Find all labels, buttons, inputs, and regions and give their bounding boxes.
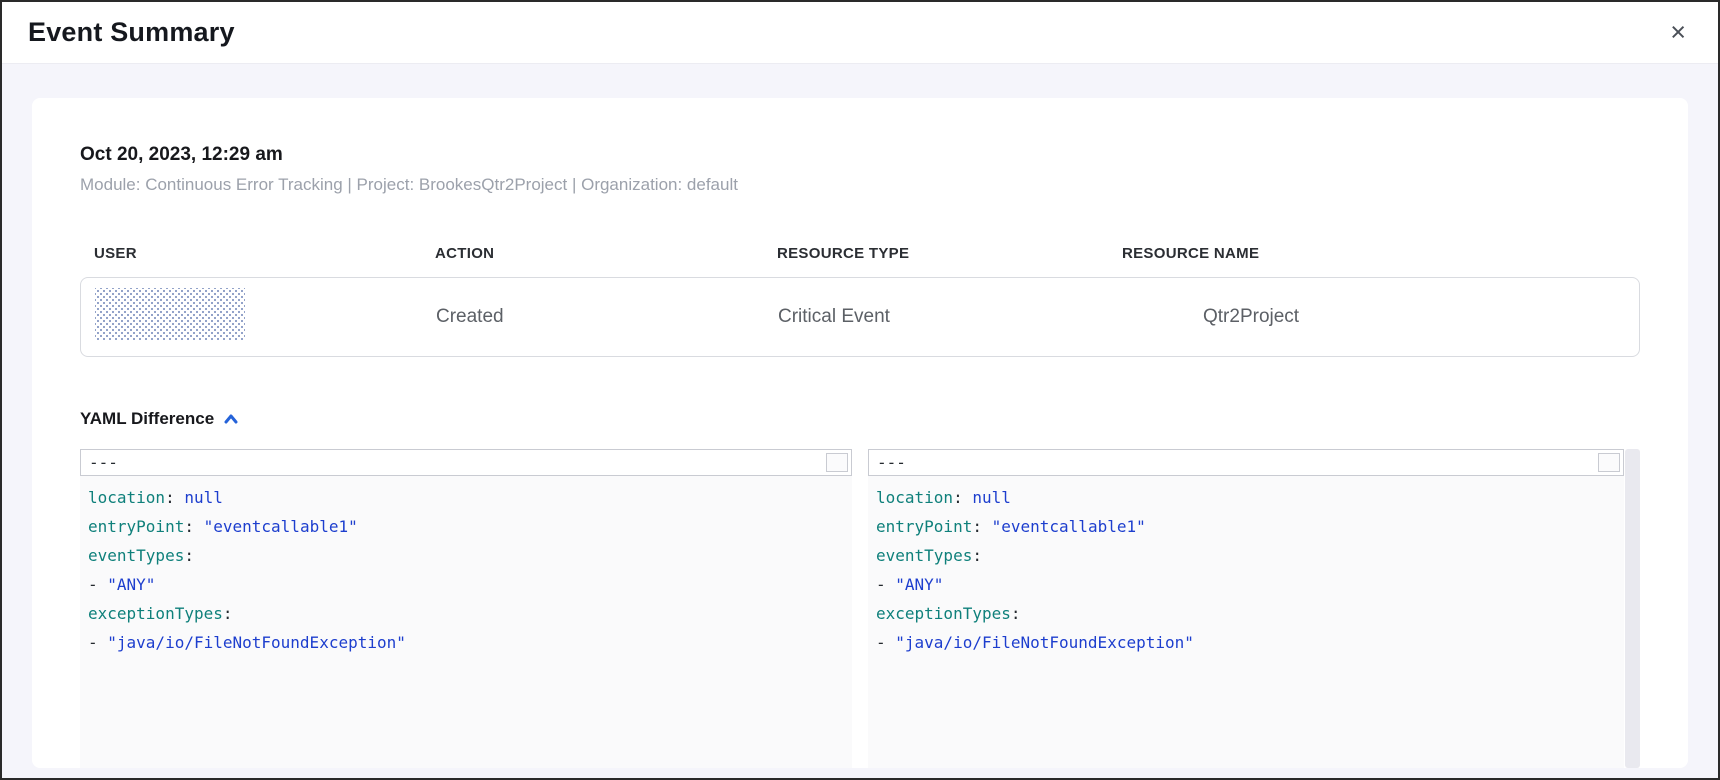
vertical-scrollbar[interactable]: [1625, 449, 1640, 768]
yaml-right-first-line: ---: [868, 449, 1624, 476]
yaml-left-code: location: nullentryPoint: "eventcallable…: [80, 476, 852, 657]
scrollbar-thumb[interactable]: [1598, 453, 1620, 472]
yaml-difference-label: YAML Difference: [80, 409, 214, 429]
yaml-diff-container: --- location: nullentryPoint: "eventcall…: [80, 449, 1640, 768]
table-header-row: USER ACTION RESOURCE TYPE RESOURCE NAME: [80, 245, 1640, 262]
scrollbar-thumb[interactable]: [826, 453, 848, 472]
column-header-resource-type: RESOURCE TYPE: [777, 245, 1122, 262]
event-meta: Module: Continuous Error Tracking | Proj…: [80, 175, 1640, 195]
chevron-up-icon[interactable]: [223, 412, 239, 426]
yaml-right-code: location: nullentryPoint: "eventcallable…: [868, 476, 1624, 657]
close-icon[interactable]: ×: [1666, 15, 1690, 50]
yaml-first-line-text: ---: [877, 453, 906, 472]
resource-name-value: Qtr2Project: [1123, 306, 1639, 328]
yaml-panel-left[interactable]: --- location: nullentryPoint: "eventcall…: [80, 449, 852, 768]
yaml-panel-right[interactable]: --- location: nullentryPoint: "eventcall…: [868, 449, 1624, 768]
modal-body: Oct 20, 2023, 12:29 am Module: Continuou…: [2, 64, 1718, 778]
column-header-resource-name: RESOURCE NAME: [1122, 245, 1640, 262]
user-redacted-value: [95, 288, 245, 340]
user-cell: [95, 288, 436, 346]
resource-type-value: Critical Event: [778, 306, 1123, 328]
table-row: Created Critical Event Qtr2Project: [80, 277, 1640, 357]
yaml-first-line-text: ---: [89, 453, 118, 472]
yaml-panel-right-wrap: --- location: nullentryPoint: "eventcall…: [868, 449, 1640, 768]
event-timestamp: Oct 20, 2023, 12:29 am: [80, 144, 1640, 166]
event-summary-modal: Event Summary × Oct 20, 2023, 12:29 am M…: [0, 0, 1720, 780]
event-card: Oct 20, 2023, 12:29 am Module: Continuou…: [32, 98, 1688, 768]
column-header-action: ACTION: [435, 245, 777, 262]
modal-header: Event Summary ×: [2, 2, 1718, 64]
yaml-difference-header: YAML Difference: [80, 409, 1640, 429]
action-value: Created: [436, 306, 778, 328]
column-header-user: USER: [94, 245, 435, 262]
yaml-left-first-line: ---: [80, 449, 852, 476]
page-title: Event Summary: [28, 17, 235, 48]
